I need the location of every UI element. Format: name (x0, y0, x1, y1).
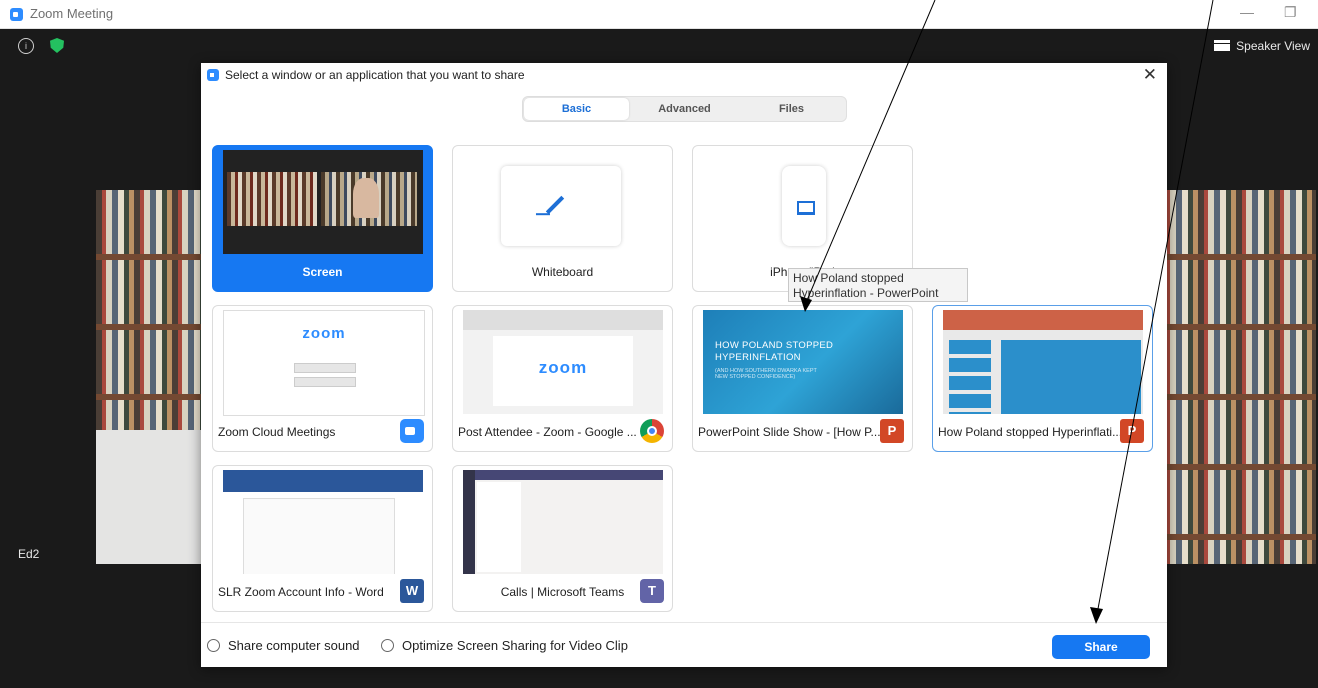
zoom-logo-icon (207, 69, 219, 81)
window-titlebar: Zoom Meeting — ❐ (0, 0, 1318, 29)
window-thumbnail: HOW POLAND STOPPED HYPERINFLATION (AND H… (703, 310, 903, 414)
share-item-zoom-cloud-meetings[interactable]: zoom Zoom Cloud Meetings (212, 305, 433, 452)
zoom-wordmark: zoom (538, 358, 588, 377)
tab-files[interactable]: Files (738, 97, 845, 121)
powerpoint-icon: P (880, 419, 904, 443)
share-item-whiteboard[interactable]: Whiteboard (452, 145, 673, 292)
share-item-powerpoint-edit[interactable]: How Poland stopped Hyperinflati... P (932, 305, 1153, 452)
share-button[interactable]: Share (1052, 635, 1150, 659)
iphone-ipad-icon (782, 166, 826, 246)
window-title: Zoom Meeting (30, 6, 114, 21)
tab-advanced[interactable]: Advanced (631, 97, 738, 121)
powerpoint-icon: P (1120, 419, 1144, 443)
window-thumbnail (943, 310, 1143, 414)
slide-subtitle: (AND HOW SOUTHERN DWARKA KEPT NEW STOPPE… (715, 368, 817, 380)
window-thumbnail (223, 470, 423, 574)
info-icon[interactable]: i (18, 38, 34, 54)
speaker-view-button[interactable]: Speaker View (1214, 39, 1310, 53)
dialog-footer: Share computer sound Optimize Screen Sha… (201, 622, 1167, 667)
minimize-button[interactable]: — (1240, 4, 1254, 20)
close-icon[interactable]: ✕ (1143, 65, 1157, 85)
window-thumbnail: zoom (463, 310, 663, 414)
whiteboard-icon (501, 166, 621, 246)
share-tabs: Basic Advanced Files (522, 96, 847, 122)
participant-name: Ed2 (18, 547, 40, 561)
word-icon: W (400, 579, 424, 603)
share-item-teams[interactable]: Calls | Microsoft Teams T (452, 465, 673, 612)
dialog-header: Select a window or an application that y… (201, 63, 1167, 87)
optimize-video-checkbox[interactable] (381, 639, 394, 652)
share-screen-dialog: Select a window or an application that y… (201, 63, 1167, 667)
share-item-word[interactable]: SLR Zoom Account Info - Word W (212, 465, 433, 612)
chrome-icon (640, 419, 664, 443)
share-item-label: Screen (302, 265, 343, 279)
encryption-shield-icon[interactable] (50, 38, 64, 53)
share-computer-sound-label: Share computer sound (228, 638, 360, 653)
zoom-wordmark: zoom (302, 325, 346, 342)
window-thumbnail (463, 470, 663, 574)
window-tooltip: How Poland stopped Hyperinflation - Powe… (788, 268, 968, 302)
zoom-icon (400, 419, 424, 443)
tab-basic[interactable]: Basic (524, 98, 629, 120)
restore-button[interactable]: ❐ (1284, 4, 1297, 21)
teams-icon: T (640, 579, 664, 603)
zoom-logo-icon (10, 8, 23, 21)
optimize-video-label: Optimize Screen Sharing for Video Clip (402, 638, 628, 653)
share-item-screen[interactable]: Screen (212, 145, 433, 292)
dialog-title: Select a window or an application that y… (225, 68, 525, 82)
window-thumbnail: zoom (223, 310, 425, 416)
speaker-view-label: Speaker View (1236, 39, 1310, 53)
share-item-label: Whiteboard (531, 265, 594, 279)
slide-title: HOW POLAND STOPPED HYPERINFLATION (715, 340, 834, 363)
share-item-powerpoint-slideshow[interactable]: HOW POLAND STOPPED HYPERINFLATION (AND H… (692, 305, 913, 452)
share-computer-sound-checkbox[interactable] (207, 639, 220, 652)
speaker-view-icon (1214, 40, 1231, 51)
share-item-google-chrome[interactable]: zoom Post Attendee - Zoom - Google ... (452, 305, 673, 452)
screen-thumbnail (223, 150, 423, 254)
